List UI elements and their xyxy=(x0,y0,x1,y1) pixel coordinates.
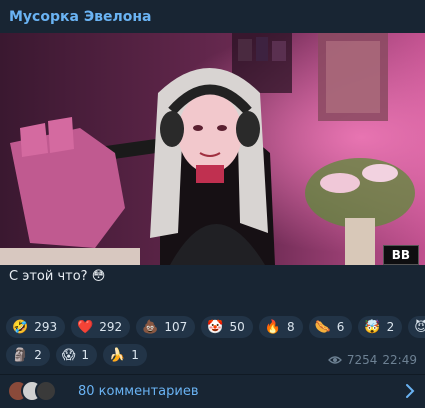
chevron-right-icon[interactable] xyxy=(405,383,415,399)
reaction-exploding-head[interactable]: 🤯 2 xyxy=(358,316,403,338)
caption-text: С этой что? xyxy=(9,269,88,284)
video-badge: BB xyxy=(382,245,419,265)
reaction-banana[interactable]: 🍌 1 xyxy=(103,344,147,366)
moai-emoji: 🗿 xyxy=(12,347,29,363)
eye-icon xyxy=(327,356,342,364)
reaction-count: 50 xyxy=(229,320,245,334)
reaction-count: 8 xyxy=(286,320,295,334)
reaction-rofl[interactable]: 🤣 293 xyxy=(6,316,66,338)
reaction-clown[interactable]: 🤡 50 xyxy=(201,316,253,338)
view-count: 7254 xyxy=(346,353,378,367)
post-meta: 7254 22:49 xyxy=(327,353,417,367)
reaction-heart[interactable]: ❤️ 292 xyxy=(71,316,131,338)
commenter-avatars xyxy=(7,380,71,402)
banana-emoji: 🍌 xyxy=(109,347,126,363)
comments-link[interactable]: 80 комментариев xyxy=(78,384,199,399)
channel-name[interactable]: Мусорка Эвелона xyxy=(9,9,151,25)
reaction-count: 6 xyxy=(336,320,345,334)
reaction-fire[interactable]: 🔥 8 xyxy=(258,316,303,338)
reaction-count: 2 xyxy=(386,320,395,334)
flushed-face-emoji: 😳 xyxy=(91,269,106,284)
exploding-head-emoji: 🤯 xyxy=(364,319,381,335)
clown-emoji: 🤡 xyxy=(207,319,224,335)
reaction-count: 2 xyxy=(34,348,42,362)
reaction-count: 293 xyxy=(34,320,58,334)
post-time: 22:49 xyxy=(382,353,417,367)
poop-emoji: 💩 xyxy=(142,319,159,335)
reaction-poop[interactable]: 💩 107 xyxy=(136,316,196,338)
hotdog-emoji: 🌭 xyxy=(314,319,331,335)
reaction-count: 107 xyxy=(164,320,188,334)
heart-emoji: ❤️ xyxy=(77,319,94,335)
rofl-emoji: 🤣 xyxy=(12,319,29,335)
fire-emoji: 🔥 xyxy=(264,319,281,335)
photo-illustration xyxy=(0,33,425,265)
reaction-count: 292 xyxy=(99,320,123,334)
comments-bar[interactable]: 80 комментариев xyxy=(0,375,425,408)
reaction-count: 1 xyxy=(131,348,139,362)
reaction-scream[interactable]: 😱 1 xyxy=(55,344,98,366)
reaction-count: 1 xyxy=(81,348,90,362)
post-caption: С этой что? 😳 xyxy=(9,269,105,284)
post-photo[interactable]: BB xyxy=(0,33,425,265)
devil-emoji: 😈 xyxy=(414,319,425,335)
reaction-devil[interactable]: 😈 2 xyxy=(408,316,425,338)
channel-post: Мусорка Эвелона BB С этой что? 😳 🤣 293 ❤… xyxy=(0,0,425,408)
reaction-moai[interactable]: 🗿 2 xyxy=(6,344,50,366)
avatar xyxy=(35,380,57,402)
reaction-row: 🤣 293 ❤️ 292 💩 107 🤡 50 🔥 8 🌭 6 🤯 2 😈 xyxy=(6,316,425,338)
scream-emoji: 😱 xyxy=(61,347,76,363)
reaction-hotdog[interactable]: 🌭 6 xyxy=(308,316,353,338)
